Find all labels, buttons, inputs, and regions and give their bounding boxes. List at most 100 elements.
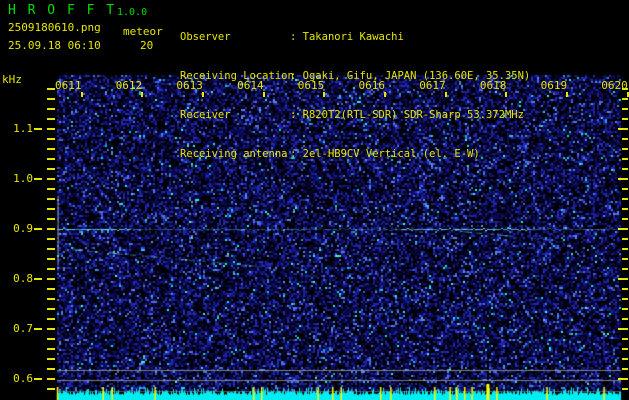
app-title: H R O F F T [8, 3, 117, 18]
x-time-label: 0616 [358, 79, 386, 92]
y-minor-tick [622, 178, 628, 180]
y-minor-tick [47, 98, 55, 100]
y-minor-tick [47, 198, 55, 200]
x-time-tick [141, 92, 144, 97]
y-minor-tick [622, 348, 628, 350]
x-time-tick [80, 92, 83, 97]
y-minor-tick [622, 378, 628, 380]
y-minor-tick [47, 278, 55, 280]
y-minor-tick [47, 358, 55, 360]
y-minor-tick [47, 168, 55, 170]
y-minor-tick [622, 228, 628, 230]
x-time-tick [444, 92, 447, 97]
x-time-tick [201, 92, 204, 97]
output-filename: 2509180610.png [8, 21, 101, 34]
y-minor-tick [622, 318, 628, 320]
info-value: R820T2(RTL-SDR) SDR-Sharp 53.372MHz [302, 109, 524, 121]
x-time-tick [626, 92, 629, 97]
x-time-label: 0617 [419, 79, 446, 92]
y-minor-tick [47, 148, 55, 150]
y-minor-tick [47, 138, 55, 140]
y-minor-tick [47, 248, 55, 250]
y-minor-tick [622, 168, 628, 170]
y-minor-tick [47, 258, 55, 260]
y-minor-tick [622, 358, 628, 360]
y-minor-tick [47, 128, 55, 130]
info-label: Observer [180, 31, 231, 43]
y-minor-tick [47, 368, 55, 370]
y-minor-tick [47, 288, 55, 290]
info-label: Receiving antenna [180, 148, 288, 160]
y-minor-tick [622, 338, 628, 340]
hrofft-output-window: H R O F F T 1.0.0 2509180610.png meteor … [0, 0, 629, 400]
observation-datetime: 25.09.18 06:10 [8, 39, 101, 52]
y-minor-tick [622, 328, 628, 330]
y-minor-tick [622, 258, 628, 260]
y-minor-tick [47, 208, 55, 210]
x-time-tick [384, 92, 386, 97]
y-minor-tick [622, 298, 628, 300]
y-minor-tick [622, 108, 628, 110]
x-time-tick [505, 92, 508, 97]
observation-mode: meteor [123, 25, 163, 38]
y-minor-tick [47, 318, 55, 320]
info-separator: : [290, 148, 297, 160]
y-minor-tick [47, 308, 55, 310]
echo-count: 20 [140, 39, 154, 52]
y-minor-tick [47, 238, 55, 240]
y-minor-tick [622, 268, 628, 270]
y-minor-tick [47, 118, 55, 120]
y-major-tick [34, 278, 42, 280]
y-minor-tick [622, 198, 628, 200]
y-minor-tick [622, 308, 628, 310]
y-minor-tick [47, 388, 55, 390]
info-value: Takanori Kawachi [302, 31, 404, 43]
x-time-label: 0614 [237, 79, 264, 92]
y-minor-tick [622, 208, 628, 210]
y-minor-tick [47, 268, 55, 270]
y-axis-label: 0.8 [13, 272, 33, 285]
info-row-observer: Observer: Takanori Kawachi [180, 31, 530, 44]
y-minor-tick [47, 188, 55, 190]
y-major-tick [34, 228, 42, 230]
x-time-tick [323, 92, 326, 97]
y-minor-tick [47, 88, 55, 90]
info-row-receiver: Receiver: R820T2(RTL-SDR) SDR-Sharp 53.3… [180, 109, 530, 122]
y-minor-tick [622, 248, 628, 250]
y-minor-tick [622, 238, 628, 240]
y-major-tick [34, 378, 42, 380]
x-time-tick [566, 92, 569, 97]
y-minor-tick [622, 158, 628, 160]
y-minor-tick [622, 218, 628, 220]
x-time-label: 0618 [479, 79, 507, 92]
y-minor-tick [47, 158, 55, 160]
y-minor-tick [622, 138, 628, 140]
y-axis-label: 1.1 [13, 122, 33, 135]
y-minor-tick [622, 368, 628, 370]
y-axis-label: 0.6 [13, 372, 33, 385]
y-minor-tick [622, 288, 628, 290]
y-minor-tick [47, 328, 55, 330]
y-minor-tick [622, 118, 628, 120]
y-minor-tick [47, 378, 55, 380]
x-time-label: 0615 [297, 79, 325, 92]
y-minor-tick [622, 388, 628, 390]
y-axis-label: 1.0 [13, 172, 33, 185]
app-version: 1.0.0 [117, 7, 148, 18]
y-minor-tick [622, 278, 628, 280]
info-separator: : [290, 31, 297, 43]
info-separator: : [290, 70, 297, 82]
y-minor-tick [47, 218, 55, 220]
y-minor-tick [47, 348, 55, 350]
station-info-block: Observer: Takanori Kawachi Receiving Loc… [180, 5, 530, 187]
y-minor-tick [622, 128, 628, 130]
info-label: Receiver [180, 109, 231, 121]
y-axis-label: 0.7 [13, 322, 33, 335]
y-minor-tick [47, 298, 55, 300]
y-minor-tick [47, 338, 55, 340]
y-minor-tick [47, 178, 55, 180]
y-minor-tick [47, 228, 55, 230]
x-time-label: 0612 [115, 79, 143, 92]
info-row-antenna: Receiving antenna: 2el-HB9CV Vertical (e… [180, 148, 530, 161]
x-time-tick [262, 92, 265, 97]
